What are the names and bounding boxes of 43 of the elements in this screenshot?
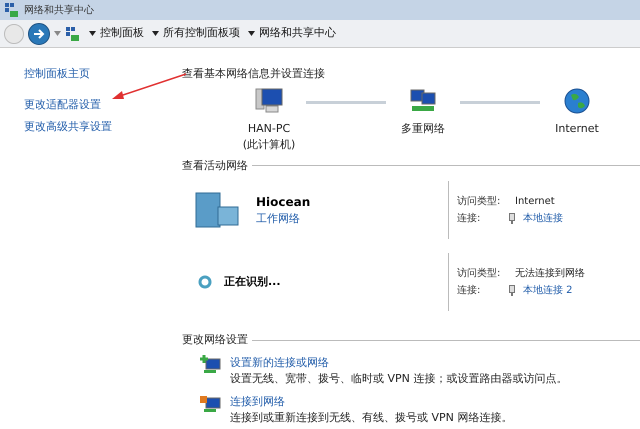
- forward-button[interactable]: [28, 22, 50, 44]
- breadcrumb-item[interactable]: 控制面板: [100, 25, 144, 42]
- access-type-value: 无法连接到网络: [515, 266, 585, 281]
- task-description: 设置无线、宽带、拨号、临时或 VPN 连接；或设置路由器或访问点。: [230, 371, 568, 387]
- node-label: 多重网络: [401, 120, 445, 136]
- network-name: Hiocean: [256, 194, 310, 211]
- network-center-icon: [65, 26, 81, 42]
- arrow-right-icon: [33, 28, 45, 38]
- connection-label: 连接:: [457, 284, 482, 298]
- breadcrumb-item[interactable]: 所有控制面板项: [163, 25, 240, 42]
- node-label: Internet: [555, 120, 599, 136]
- globe-icon: [563, 86, 591, 114]
- access-type-value: Internet: [515, 195, 555, 209]
- network-category-link[interactable]: 工作网络: [256, 210, 310, 228]
- network-name: 正在识别...: [224, 274, 281, 290]
- breadcrumb-item[interactable]: 网络和共享中心: [259, 25, 336, 42]
- plug-icon: [509, 213, 515, 224]
- loading-ring-icon: [198, 275, 212, 289]
- node-label: HAN-PC: [248, 120, 290, 136]
- caret-icon[interactable]: [152, 31, 159, 36]
- connection-link[interactable]: 本地连接: [523, 211, 563, 226]
- network-center-icon: [4, 2, 20, 18]
- connection-link[interactable]: 本地连接 2: [523, 283, 573, 298]
- access-type-label: 访问类型:: [457, 194, 502, 209]
- caret-icon[interactable]: [89, 31, 96, 36]
- task-link[interactable]: 设置新的连接或网络: [230, 354, 568, 371]
- section-heading: 查看活动网络: [182, 158, 248, 174]
- node-sublabel: (此计算机): [242, 137, 296, 153]
- window-title: 网络和共享中心: [24, 4, 94, 18]
- section-heading: 更改网络设置: [182, 332, 248, 348]
- add-network-icon: [200, 354, 222, 374]
- network-computers-icon: [200, 394, 222, 414]
- sidebar-link[interactable]: 控制面板主页: [24, 66, 90, 82]
- task-link[interactable]: 连接到网络: [230, 394, 512, 410]
- sidebar-link[interactable]: 更改高级共享设置: [24, 119, 112, 136]
- caret-icon[interactable]: [248, 31, 255, 36]
- access-type-label: 访问类型:: [457, 266, 502, 281]
- computer-icon: [254, 86, 284, 114]
- task-description: 连接到或重新连接到无线、有线、拨号或 VPN 网络连接。: [230, 410, 512, 426]
- sidebar-link[interactable]: 更改适配器设置: [24, 96, 101, 113]
- plug-icon: [509, 285, 515, 296]
- building-icon: [194, 191, 240, 229]
- connection-label: 连接:: [457, 212, 482, 226]
